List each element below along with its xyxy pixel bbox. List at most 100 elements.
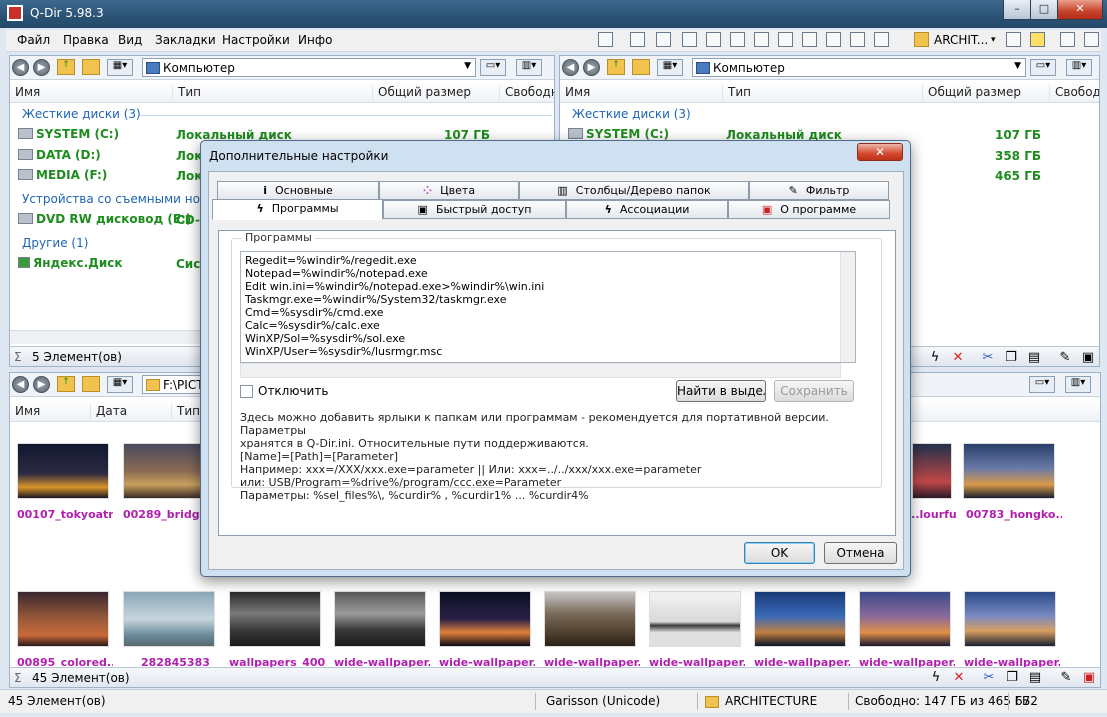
cut-icon[interactable]: ✂: [980, 350, 996, 366]
col-date[interactable]: Дата: [90, 404, 127, 420]
up-folder-icon[interactable]: ↑: [57, 376, 75, 392]
thumbnail[interactable]: [17, 443, 109, 499]
back-icon[interactable]: ◀: [12, 376, 29, 393]
pane-menu-icon[interactable]: ▥▾: [1066, 59, 1092, 76]
col-name[interactable]: Имя: [560, 85, 590, 101]
cut-icon[interactable]: ✂: [981, 670, 997, 686]
address-bar[interactable]: Компьютер ▼: [142, 58, 476, 77]
favorites-folder-icon[interactable]: [914, 32, 929, 47]
tab-associations[interactable]: ϟ Ассоциации: [566, 200, 728, 219]
menu-file[interactable]: Файл: [17, 33, 50, 47]
paste-icon[interactable]: ▤: [1027, 670, 1043, 686]
layout-3a-icon[interactable]: [630, 32, 645, 47]
drive-d[interactable]: DATA (D:): [18, 148, 101, 162]
cancel-button[interactable]: Отмена: [824, 542, 897, 564]
horizontal-scrollbar[interactable]: [240, 363, 841, 378]
layout-vert-icon[interactable]: [802, 32, 817, 47]
forward-icon[interactable]: ▶: [583, 59, 600, 76]
col-free[interactable]: Свободн: [1049, 85, 1099, 101]
properties-icon[interactable]: ▣: [1080, 350, 1096, 366]
thumbnail[interactable]: [963, 443, 1055, 499]
layout-3b-icon[interactable]: [656, 32, 671, 47]
view-mode-icon[interactable]: ▦▾: [657, 59, 683, 76]
delete-icon[interactable]: ✕: [951, 670, 967, 686]
layout-2c-icon[interactable]: [754, 32, 769, 47]
find-button[interactable]: Найти в выделе: [676, 380, 766, 402]
tab-filter[interactable]: ✎ Фильтр: [749, 181, 889, 200]
layout-3c-icon[interactable]: [682, 32, 697, 47]
up-folder-icon[interactable]: ↑: [607, 59, 625, 75]
drive-dvd[interactable]: DVD RW дисковод (E:): [18, 212, 191, 226]
tab-general[interactable]: i Основные: [217, 181, 379, 200]
thumbnail[interactable]: [754, 591, 846, 647]
back-icon[interactable]: ◀: [12, 59, 29, 76]
thumbnail-label[interactable]: ...lourful...: [907, 508, 957, 521]
lightning-icon[interactable]: ϟ: [928, 670, 944, 686]
col-type[interactable]: Тип: [171, 404, 200, 420]
menu-info[interactable]: Инфо: [298, 33, 332, 47]
close-button[interactable]: ✕: [1057, 0, 1103, 20]
copy-icon[interactable]: ❐: [1003, 350, 1019, 366]
thumbnail-label[interactable]: 00107_tokyoatn...: [17, 508, 113, 521]
drive-f[interactable]: MEDIA (F:): [18, 168, 107, 182]
chevron-down-icon[interactable]: ▼: [1014, 61, 1021, 71]
menu-settings[interactable]: Настройки: [222, 33, 290, 47]
minimize-button[interactable]: –: [1003, 0, 1031, 20]
thumbnail-label[interactable]: 00783_hongko...: [966, 508, 1062, 521]
yandex-disk[interactable]: Яндекс.Диск: [18, 256, 123, 270]
tab-quick-access[interactable]: ▣ Быстрый доступ: [383, 200, 566, 219]
col-name[interactable]: Имя: [10, 404, 40, 420]
layout-extra-icon[interactable]: [874, 32, 889, 47]
lightning-icon[interactable]: ϟ: [927, 350, 943, 366]
monitor-icon[interactable]: ▭▾: [1029, 376, 1055, 393]
vertical-scrollbar[interactable]: [840, 252, 855, 362]
disable-checkbox[interactable]: [240, 385, 253, 398]
view-mode-icon[interactable]: ▦▾: [107, 376, 133, 393]
new-folder-icon[interactable]: [82, 59, 100, 75]
menu-edit[interactable]: Правка: [63, 33, 109, 47]
layout-4-icon[interactable]: [598, 32, 613, 47]
tab-columns[interactable]: ▥ Столбцы/Дерево папок: [519, 181, 749, 200]
drive-c[interactable]: SYSTEM (C:): [568, 127, 669, 141]
chevron-down-icon[interactable]: ▾: [991, 35, 996, 45]
tools-icon[interactable]: [1084, 32, 1099, 47]
thumbnail[interactable]: [229, 591, 321, 647]
thumbnail[interactable]: [544, 591, 636, 647]
tab-programs[interactable]: ϟ Программы: [212, 199, 383, 220]
layout-2a-icon[interactable]: [706, 32, 721, 47]
address-bar[interactable]: Компьютер ▼: [692, 58, 1026, 77]
copy-icon[interactable]: ❐: [1004, 670, 1020, 686]
chevron-down-icon[interactable]: ▼: [464, 61, 471, 71]
maximize-button[interactable]: □: [1030, 0, 1058, 20]
menu-view[interactable]: Вид: [118, 33, 142, 47]
monitor-icon[interactable]: ▭▾: [480, 59, 506, 76]
zoom-icon[interactable]: [1060, 32, 1075, 47]
thumbnail[interactable]: [123, 591, 215, 647]
status-count[interactable]: 5 Элемент(ов): [32, 350, 122, 364]
programs-textarea[interactable]: Regedit=%windir%/regedit.exe Notepad=%wi…: [240, 251, 856, 363]
col-name[interactable]: Имя: [10, 85, 40, 101]
back-icon[interactable]: ◀: [562, 59, 579, 76]
tab-about[interactable]: ▣ О программе: [728, 200, 890, 219]
col-total-size[interactable]: Общий размер: [922, 85, 1021, 101]
thumbnail[interactable]: [912, 443, 952, 499]
layout-2b-icon[interactable]: [730, 32, 745, 47]
monitor-icon[interactable]: ▭▾: [1030, 59, 1056, 76]
thumbnail[interactable]: [964, 591, 1056, 647]
layout-1-icon[interactable]: [778, 32, 793, 47]
properties-icon[interactable]: ▣: [1081, 670, 1097, 686]
printer-icon[interactable]: [1006, 32, 1021, 47]
dialog-close-button[interactable]: ✕: [857, 143, 903, 161]
edit-icon[interactable]: ✎: [1057, 350, 1073, 366]
new-folder-icon[interactable]: [82, 376, 100, 392]
thumbnail[interactable]: [17, 591, 109, 647]
delete-icon[interactable]: ✕: [950, 350, 966, 366]
thumbnail[interactable]: [859, 591, 951, 647]
status-count[interactable]: 45 Элемент(ов): [32, 671, 130, 685]
new-folder-icon[interactable]: [632, 59, 650, 75]
forward-icon[interactable]: ▶: [33, 59, 50, 76]
col-total-size[interactable]: Общий размер: [372, 85, 471, 101]
layout-single-icon[interactable]: [850, 32, 865, 47]
col-free[interactable]: Свободн: [499, 85, 554, 101]
up-folder-icon[interactable]: ↑: [57, 59, 75, 75]
